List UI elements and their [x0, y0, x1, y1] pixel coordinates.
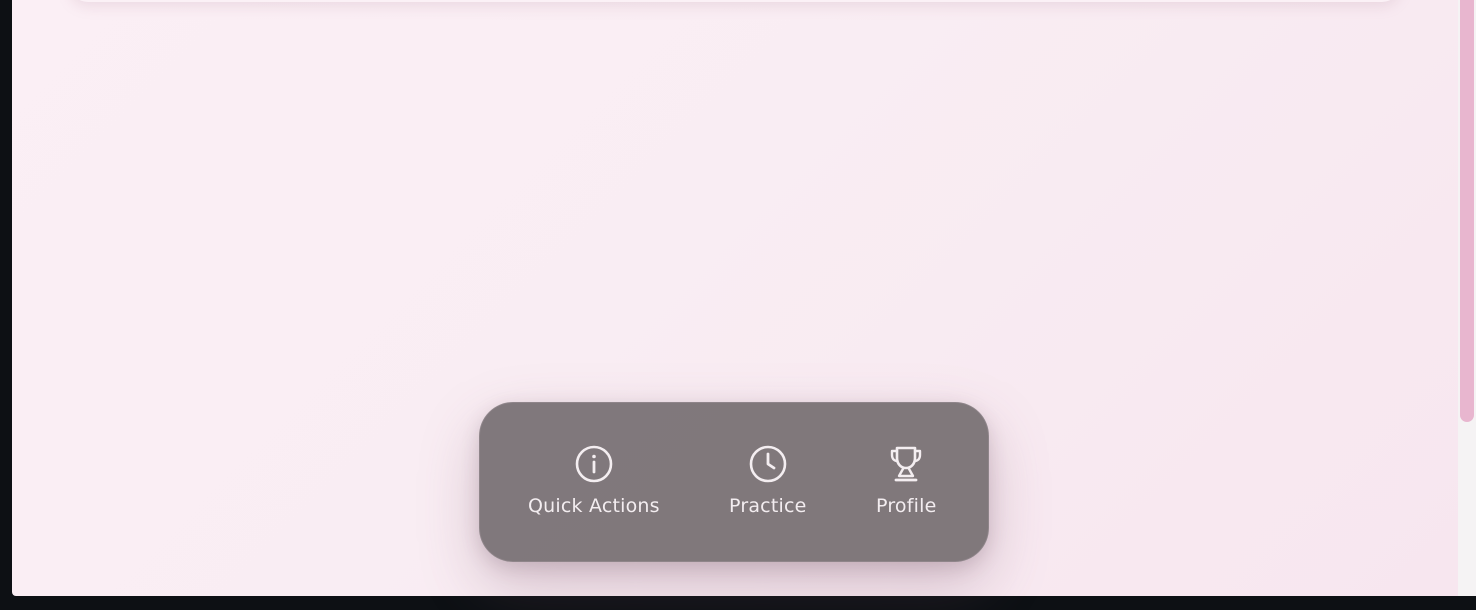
window-frame-bottom — [12, 596, 1476, 610]
info-circle-icon — [575, 445, 613, 483]
clock-icon — [749, 445, 787, 483]
content-card — [70, 0, 1400, 2]
nav-item-quick-actions[interactable]: Quick Actions — [528, 443, 660, 517]
trophy-icon — [891, 446, 922, 482]
nav-label-profile: Profile — [876, 495, 937, 517]
nav-item-practice[interactable]: Practice — [729, 443, 807, 517]
scrollbar-thumb[interactable] — [1460, 0, 1474, 422]
nav-label-quick-actions: Quick Actions — [528, 495, 660, 517]
nav-item-profile[interactable]: Profile — [876, 443, 936, 517]
bottom-navigation-dock: Quick Actions Practice Profile — [479, 402, 989, 562]
nav-label-practice: Practice — [729, 495, 807, 517]
